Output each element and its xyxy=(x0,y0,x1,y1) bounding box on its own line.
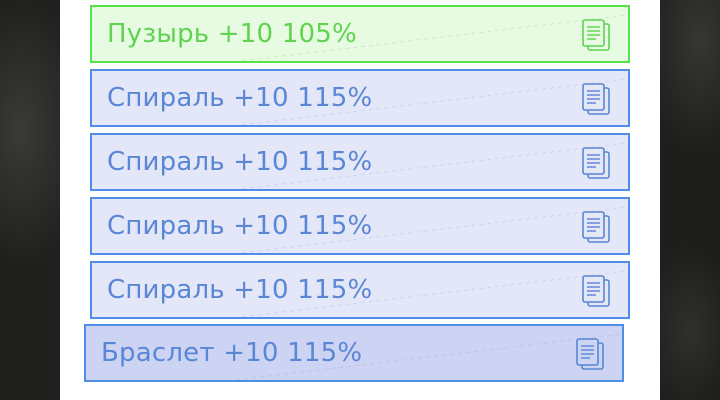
list-item-bracelet-dragging[interactable]: Браслет +10 115% xyxy=(84,324,624,382)
item-label: Спираль +10 115% xyxy=(107,275,373,305)
item-label: Пузырь +10 105% xyxy=(107,19,357,49)
copy-icon[interactable] xyxy=(581,210,611,244)
item-label: Спираль +10 115% xyxy=(107,83,373,113)
list-item-spiral[interactable]: Спираль +10 115% xyxy=(90,133,630,191)
item-label: Спираль +10 115% xyxy=(107,211,373,241)
item-list-panel: Пузырь +10 105% Спираль +10 115% Спираль… xyxy=(60,0,660,400)
copy-icon[interactable] xyxy=(575,337,605,371)
list-item-spiral[interactable]: Спираль +10 115% xyxy=(90,69,630,127)
copy-icon[interactable] xyxy=(581,146,611,180)
copy-icon[interactable] xyxy=(581,18,611,52)
item-label: Спираль +10 115% xyxy=(107,147,373,177)
list-item-spiral[interactable]: Спираль +10 115% xyxy=(90,197,630,255)
copy-icon[interactable] xyxy=(581,274,611,308)
item-label: Браслет +10 115% xyxy=(101,338,363,368)
list-item-bubble-selected[interactable]: Пузырь +10 105% xyxy=(90,5,630,63)
list-item-spiral[interactable]: Спираль +10 115% xyxy=(90,261,630,319)
copy-icon[interactable] xyxy=(581,82,611,116)
